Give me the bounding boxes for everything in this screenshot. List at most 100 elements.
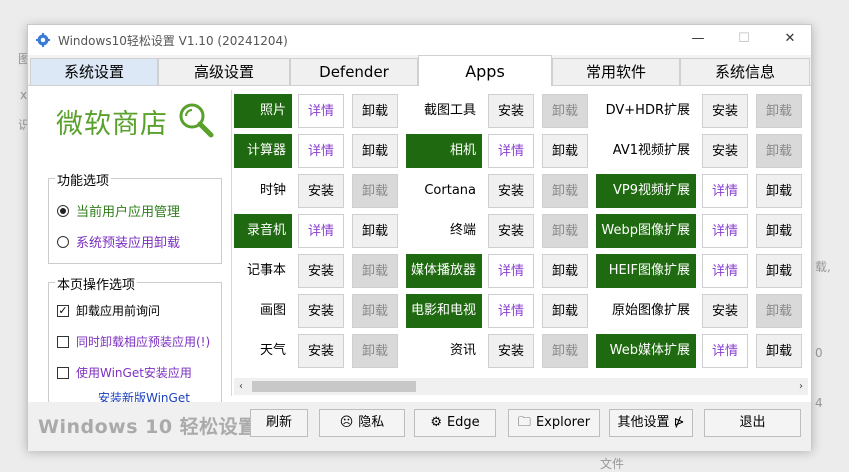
uninstall-button[interactable]: 卸载 bbox=[542, 294, 588, 328]
app-brand-title: Windows 10 轻松设置 bbox=[38, 416, 258, 438]
uninstall-button[interactable]: 卸载 bbox=[756, 214, 802, 248]
uninstall-button[interactable]: 卸载 bbox=[352, 214, 398, 248]
gear-icon: ⚙ bbox=[430, 415, 442, 430]
window-title: Windows10轻松设置 V1.10 (20241204) bbox=[58, 34, 288, 48]
detail-button[interactable]: 详情 bbox=[488, 134, 534, 168]
privacy-icon: ☹ bbox=[339, 415, 354, 430]
exit-button[interactable]: 退出 bbox=[704, 409, 801, 437]
uninstall-button[interactable]: 卸载 bbox=[756, 134, 802, 168]
tab-advanced-settings[interactable]: 高级设置 bbox=[158, 58, 290, 85]
install-button[interactable]: 安装 bbox=[298, 254, 344, 288]
uninstall-button[interactable]: 卸载 bbox=[352, 174, 398, 208]
uninstall-button[interactable]: 卸载 bbox=[352, 294, 398, 328]
app-label: Webp图像扩展 bbox=[596, 214, 696, 248]
background-fragment: 载, bbox=[815, 260, 831, 274]
detail-button[interactable]: 详情 bbox=[298, 94, 344, 128]
install-button[interactable]: 安装 bbox=[702, 94, 748, 128]
install-button[interactable]: 安装 bbox=[488, 94, 534, 128]
checkbox-use-winget[interactable]: 使用WinGet安装应用 bbox=[57, 364, 192, 381]
uninstall-button[interactable]: 卸载 bbox=[352, 94, 398, 128]
install-button[interactable]: 安装 bbox=[298, 174, 344, 208]
tab-common-software[interactable]: 常用软件 bbox=[552, 58, 680, 85]
main-window: Windows10轻松设置 V1.10 (20241204) — ☐ ✕ 系统设… bbox=[27, 24, 812, 451]
app-label: 资讯 bbox=[449, 343, 476, 358]
uninstall-button[interactable]: 卸载 bbox=[756, 294, 802, 328]
radio-current-user-apps[interactable]: 当前用户应用管理 bbox=[57, 201, 180, 220]
apps-grid: 照片 详情 卸载 计算器 详情 卸载 时钟 安装 卸载 录音机 详情 卸载 记事本 安装 卸载 画图 安装 卸载天… bbox=[234, 94, 808, 376]
refresh-button[interactable]: 刷新 bbox=[250, 409, 308, 437]
scroll-right-icon[interactable]: › bbox=[794, 378, 808, 395]
checkbox-label: 卸载应用前询问 bbox=[76, 304, 161, 318]
radio-label: 当前用户应用管理 bbox=[76, 205, 181, 220]
detail-button[interactable]: 详情 bbox=[702, 254, 748, 288]
tab-system-info[interactable]: 系统信息 bbox=[680, 58, 810, 85]
detail-button[interactable]: 详情 bbox=[702, 174, 748, 208]
scroll-left-icon[interactable]: ‹ bbox=[234, 378, 248, 395]
explorer-button[interactable]: 🗀 Explorer bbox=[508, 409, 600, 437]
app-label: HEIF图像扩展 bbox=[596, 254, 696, 288]
install-button[interactable]: 安装 bbox=[488, 334, 534, 368]
uninstall-button[interactable]: 卸载 bbox=[542, 254, 588, 288]
checkbox-confirm-uninstall[interactable]: ✓ 卸载应用前询问 bbox=[57, 302, 160, 319]
uninstall-button[interactable]: 卸载 bbox=[352, 134, 398, 168]
tab-apps[interactable]: Apps bbox=[418, 55, 552, 86]
app-label: Web媒体扩展 bbox=[596, 334, 696, 368]
detail-button[interactable]: 详情 bbox=[488, 294, 534, 328]
uninstall-button[interactable]: 卸载 bbox=[542, 334, 588, 368]
radio-indicator[interactable] bbox=[57, 204, 69, 217]
uninstall-button[interactable]: 卸载 bbox=[542, 174, 588, 208]
uninstall-button[interactable]: 卸载 bbox=[542, 94, 588, 128]
maximize-button[interactable]: ☐ bbox=[721, 25, 767, 55]
install-button[interactable]: 安装 bbox=[702, 134, 748, 168]
app-label: 画图 bbox=[259, 303, 286, 318]
checkbox-label: 使用WinGet安装应用 bbox=[76, 366, 192, 380]
function-options-group: 功能选项 当前用户应用管理 系统预装应用卸载 bbox=[48, 170, 222, 264]
uninstall-button[interactable]: 卸载 bbox=[542, 134, 588, 168]
tab-system-settings[interactable]: 系统设置 bbox=[30, 58, 158, 85]
button-label: Explorer bbox=[535, 415, 591, 430]
radio-system-preinstalled[interactable]: 系统预装应用卸载 bbox=[57, 232, 180, 251]
privacy-button[interactable]: ☹ 隐私 bbox=[319, 409, 405, 437]
detail-button[interactable]: 详情 bbox=[702, 214, 748, 248]
edge-button[interactable]: ⚙ Edge bbox=[414, 409, 496, 437]
app-label: 照片 bbox=[234, 94, 292, 128]
uninstall-button[interactable]: 卸载 bbox=[756, 94, 802, 128]
scrollbar-thumb[interactable] bbox=[252, 381, 416, 392]
button-label: 刷新 bbox=[265, 415, 292, 430]
detail-button[interactable]: 详情 bbox=[488, 254, 534, 288]
uninstall-button[interactable]: 卸载 bbox=[352, 254, 398, 288]
checkbox-label: 同时卸载相应预装应用(!) bbox=[76, 335, 211, 349]
install-button[interactable]: 安装 bbox=[488, 214, 534, 248]
background-fragment: 4 bbox=[815, 396, 823, 410]
detail-button[interactable]: 详情 bbox=[298, 134, 344, 168]
sidebar: 微软商店 功能选项 当前用户应用管理 系统预装应用卸载 本页操作选项 ✓ 卸载应… bbox=[32, 90, 232, 412]
detail-button[interactable]: 详情 bbox=[298, 214, 344, 248]
uninstall-button[interactable]: 卸载 bbox=[756, 254, 802, 288]
radio-label: 系统预装应用卸载 bbox=[76, 236, 181, 251]
checkbox-box[interactable] bbox=[57, 366, 69, 379]
app-label: DV+HDR扩展 bbox=[605, 103, 690, 118]
folder-icon: 🗀 bbox=[517, 415, 531, 430]
button-label: 其他设置 ⋫ bbox=[617, 415, 685, 430]
uninstall-button[interactable]: 卸载 bbox=[756, 334, 802, 368]
uninstall-button[interactable]: 卸载 bbox=[352, 334, 398, 368]
checkmark-icon[interactable]: ✓ bbox=[57, 304, 69, 317]
uninstall-button[interactable]: 卸载 bbox=[542, 214, 588, 248]
horizontal-scrollbar[interactable]: ‹ › bbox=[234, 378, 808, 395]
uninstall-button[interactable]: 卸载 bbox=[756, 174, 802, 208]
install-button[interactable]: 安装 bbox=[702, 294, 748, 328]
close-button[interactable]: ✕ bbox=[767, 25, 813, 55]
detail-button[interactable]: 详情 bbox=[702, 334, 748, 368]
install-button[interactable]: 安装 bbox=[298, 334, 344, 368]
install-button[interactable]: 安装 bbox=[298, 294, 344, 328]
install-button[interactable]: 安装 bbox=[488, 174, 534, 208]
tab-defender[interactable]: Defender bbox=[290, 58, 418, 85]
title-bar[interactable]: Windows10轻松设置 V1.10 (20241204) — ☐ ✕ bbox=[28, 25, 811, 55]
other-settings-button[interactable]: 其他设置 ⋫ bbox=[609, 409, 693, 437]
radio-indicator[interactable] bbox=[57, 235, 69, 248]
store-logo-text: 微软商店 bbox=[56, 109, 168, 140]
function-options-title: 功能选项 bbox=[55, 170, 112, 189]
checkbox-uninstall-preinstalled[interactable]: 同时卸载相应预装应用(!) bbox=[57, 333, 210, 350]
minimize-button[interactable]: — bbox=[675, 25, 721, 55]
checkbox-box[interactable] bbox=[57, 335, 69, 348]
